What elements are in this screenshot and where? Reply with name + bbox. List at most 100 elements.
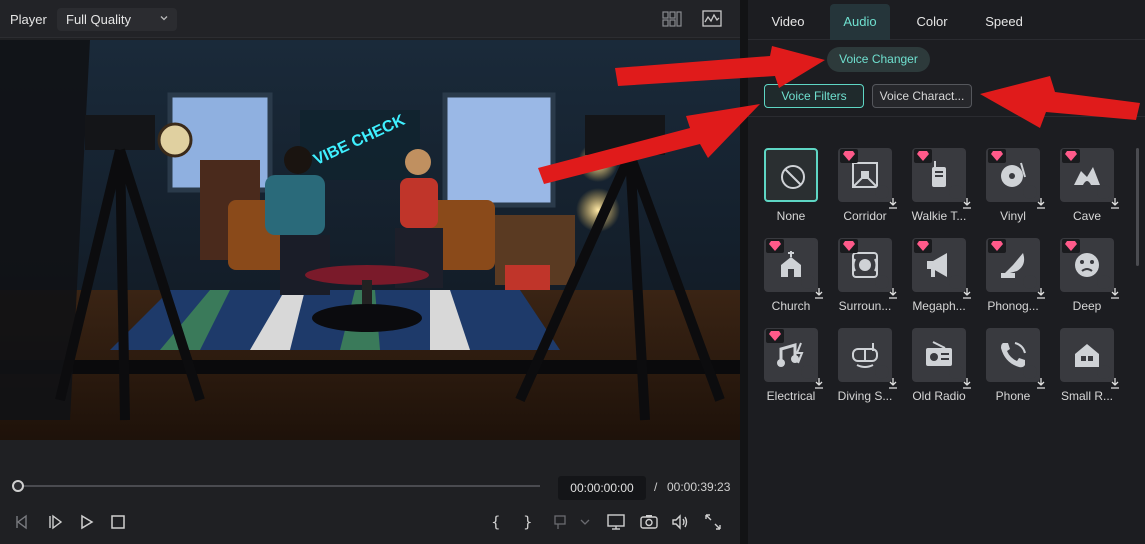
filter-label: Small R... [1060,389,1113,403]
download-badge[interactable] [875,185,897,209]
download-badge[interactable] [1023,365,1045,389]
voice-characters-tab[interactable]: Voice Charact... [872,84,972,108]
panel-divider[interactable] [740,0,748,544]
grid-view-icon[interactable] [662,10,682,28]
voice-filter-corridor[interactable]: Corridor [830,118,900,223]
filter-label: Electrical [766,389,816,403]
premium-badge [1062,239,1080,253]
voice-filter-electrical[interactable]: Electrical [756,298,826,403]
voice-filter-small-room[interactable]: Small R... [1052,298,1122,403]
download-badge[interactable] [949,275,971,299]
download-badge[interactable] [949,365,971,389]
filter-label: Old Radio [912,389,966,403]
quality-select[interactable]: Full Quality [57,8,177,31]
voice-filter-old-radio[interactable]: Old Radio [904,298,974,403]
filter-thumbnail[interactable] [986,328,1045,389]
step-back-icon [16,514,27,530]
premium-gem-icon [991,241,1003,251]
premium-badge [988,149,1006,163]
tab-video[interactable]: Video [762,4,814,40]
filter-thumbnail[interactable] [838,328,897,389]
download-badge[interactable] [875,365,897,389]
player-panel: Player Full Quality VIBE CHECK 00:00:00:… [0,0,740,544]
voice-filter-surround[interactable]: Surroun... [830,208,900,313]
play-frame-button[interactable] [45,512,65,532]
display-button[interactable] [606,512,626,532]
filter-label: Phone [995,389,1031,403]
voice-filter-phone[interactable]: Phone [978,298,1048,403]
fullscreen-button[interactable] [703,512,723,532]
expand-icon [705,514,721,530]
download-badge[interactable] [801,365,823,389]
playback-controls: 00:00:00:00 / 00:00:39:23 { } [0,462,740,544]
premium-gem-icon [843,241,855,251]
premium-badge [914,239,932,253]
premium-badge [840,149,858,163]
download-badge[interactable] [1023,275,1045,299]
download-icon [815,378,823,389]
marker-dropdown[interactable] [552,512,572,532]
download-badge[interactable] [1097,365,1119,389]
mark-out-icon: } [523,513,533,531]
svg-text:{: { [491,513,501,531]
voice-filter-diving[interactable]: Diving S... [830,298,900,403]
playhead-knob[interactable] [12,480,24,492]
voice-filter-none[interactable]: None [756,118,826,223]
voice-filter-deep[interactable]: Deep [1052,208,1122,313]
chevron-down-icon [580,519,590,525]
voice-changer-pill[interactable]: Voice Changer [827,47,930,72]
video-preview[interactable]: VIBE CHECK [0,40,740,460]
premium-gem-icon [917,151,929,161]
premium-badge [914,149,932,163]
step-forward-icon [49,514,63,530]
filter-thumbnail[interactable] [1060,328,1119,389]
svg-text:}: } [523,513,533,531]
volume-button[interactable] [670,512,690,532]
section-divider [748,116,1145,117]
tab-audio[interactable]: Audio [830,4,890,40]
none-icon [781,165,805,189]
filter-thumbnail[interactable] [764,148,818,202]
voice-filters-tab[interactable]: Voice Filters [764,84,864,108]
download-badge[interactable] [1097,185,1119,209]
tab-speed[interactable]: Speed [976,4,1032,40]
voice-filter-cave[interactable]: Cave [1052,118,1122,223]
mark-in-button[interactable]: { [486,512,506,532]
filter-thumbnail[interactable] [912,328,971,389]
premium-gem-icon [843,151,855,161]
time-separator: / [654,480,658,494]
voice-filter-phonograph[interactable]: Phonog... [978,208,1048,313]
premium-gem-icon [917,241,929,251]
waveform-monitor-icon[interactable] [702,10,722,28]
player-title: Player [10,12,47,27]
current-time[interactable]: 00:00:00:00 [558,476,646,500]
voice-filter-walkie-talkie[interactable]: Walkie T... [904,118,974,223]
download-badge[interactable] [801,275,823,299]
download-badge[interactable] [1097,275,1119,299]
play-icon [81,514,94,530]
scrub-track[interactable] [18,485,540,487]
premium-badge [766,329,784,343]
premium-badge [840,239,858,253]
voice-filter-church[interactable]: Church [756,208,826,313]
player-header: Player Full Quality [0,0,740,38]
voice-filter-vinyl[interactable]: Vinyl [978,118,1048,223]
premium-badge [988,239,1006,253]
monitor-icon [607,514,625,530]
download-badge[interactable] [875,275,897,299]
snapshot-button[interactable] [639,512,659,532]
premium-gem-icon [769,241,781,251]
stop-button[interactable] [108,512,128,532]
marker-chevron[interactable] [575,512,595,532]
premium-gem-icon [1065,241,1077,251]
mark-out-button[interactable]: } [518,512,538,532]
scrollbar[interactable] [1136,148,1139,266]
tab-color[interactable]: Color [906,4,958,40]
download-badge[interactable] [949,185,971,209]
download-icon [963,378,971,389]
quality-value: Full Quality [66,12,132,27]
download-badge[interactable] [1023,185,1045,209]
play-button[interactable] [77,512,97,532]
voice-filter-megaphone[interactable]: Megaph... [904,208,974,313]
previous-frame-button[interactable] [12,512,32,532]
